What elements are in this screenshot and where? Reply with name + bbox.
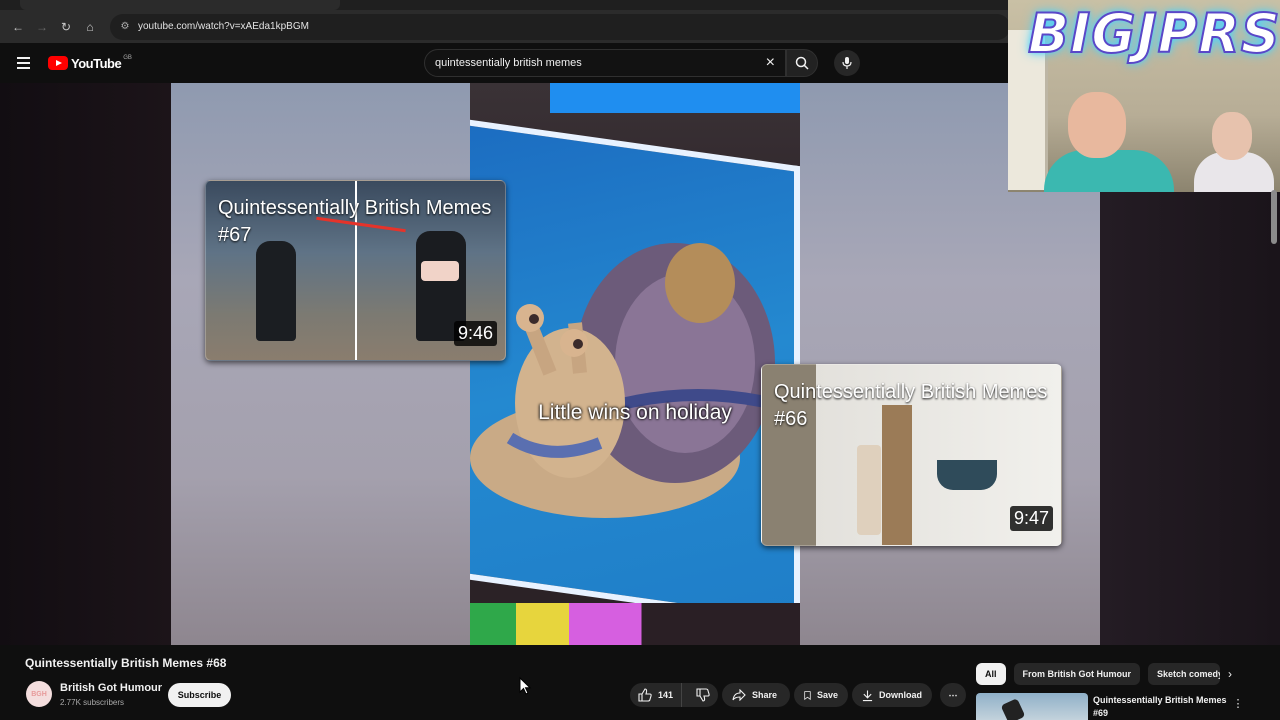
download-icon: [862, 689, 873, 701]
download-button[interactable]: Download: [852, 683, 932, 707]
endcard-video-66[interactable]: Quintessentially British Memes #66 9:47: [761, 364, 1062, 546]
thumbnail-wheelbarrow: [937, 460, 997, 490]
clear-search-icon[interactable]: ×: [766, 54, 775, 72]
search-icon: [795, 56, 809, 70]
save-label: Save: [816, 690, 838, 700]
screen: ← → ↻ ⌂ ⚙ youtube.com/watch?v=xAEda1kpBG…: [0, 0, 1280, 720]
chip-sketch-comedy[interactable]: Sketch comedy: [1148, 663, 1221, 685]
search-input[interactable]: quintessentially british memes ×: [424, 49, 786, 77]
mouse-cursor-icon: [519, 676, 532, 695]
watch-metadata: Quintessentially British Memes #68 BGH B…: [0, 645, 1280, 720]
dislike-button[interactable]: [688, 683, 718, 707]
webcam-person-head: [1068, 92, 1126, 158]
share-label: Share: [752, 690, 778, 700]
thumbs-down-icon: [696, 688, 710, 702]
thumbs-up-icon: [638, 688, 652, 702]
thumbnail-figure: [857, 445, 881, 535]
search-button[interactable]: [786, 49, 818, 77]
more-vertical-icon[interactable]: ⋮: [1232, 695, 1244, 711]
webcam-person: [1044, 150, 1174, 192]
microphone-icon: [842, 57, 852, 69]
channel-avatar[interactable]: BGH: [26, 681, 52, 707]
thumbnail-figure: [256, 241, 296, 341]
endcard-duration: 9:46: [453, 321, 497, 346]
back-icon[interactable]: ←: [6, 15, 30, 39]
region-code: GB: [123, 55, 132, 61]
chip-all[interactable]: All: [976, 663, 1006, 685]
address-bar[interactable]: ⚙ youtube.com/watch?v=xAEda1kpBGM: [110, 13, 1010, 40]
share-button[interactable]: Share: [722, 683, 790, 707]
endcard-duration: 9:47: [1009, 506, 1053, 531]
like-button[interactable]: 141: [630, 683, 683, 707]
share-icon: [732, 689, 746, 701]
chip-from-channel[interactable]: From British Got Humour: [1013, 663, 1141, 685]
like-count: 141: [658, 690, 674, 700]
more-horizontal-icon: ⋯: [948, 689, 958, 700]
address-text: youtube.com/watch?v=xAEda1kpBGM: [138, 21, 309, 32]
youtube-play-icon: [48, 56, 68, 70]
recommendation-chips: All From British Got Humour Sketch comed…: [976, 663, 1221, 685]
bookmark-icon: [804, 690, 811, 700]
voice-search-button[interactable]: [834, 50, 860, 76]
youtube-logo[interactable]: YouTube GB: [48, 54, 132, 72]
webcam-overlay: BIGJPRS: [1008, 0, 1280, 192]
video-caption: Little wins on holiday: [538, 401, 732, 424]
channel-name[interactable]: British Got Humour: [60, 682, 162, 694]
video-frame-left: [0, 83, 171, 645]
page-scrollbar[interactable]: [1271, 190, 1277, 244]
subscriber-count: 2.77K subscribers: [60, 698, 125, 707]
browser-tab[interactable]: [20, 0, 340, 10]
site-info-icon[interactable]: ⚙: [118, 20, 132, 34]
endcard-video-67[interactable]: Quintessentially British Memes #67 9:46: [205, 180, 506, 361]
thumbnail-detail: [421, 261, 459, 281]
chevron-right-icon[interactable]: ›: [1222, 666, 1238, 682]
more-actions-button[interactable]: ⋯: [940, 683, 966, 707]
endcard-title: Quintessentially British Memes #66: [774, 381, 1048, 430]
recommended-title[interactable]: Quintessentially British Memes #69: [1093, 694, 1228, 720]
endcard-title: Quintessentially British Memes #67: [218, 197, 492, 246]
download-label: Download: [879, 690, 922, 700]
search-query: quintessentially british memes: [435, 57, 582, 69]
blue-shape: [550, 83, 800, 113]
thumbnail-figure: [1000, 698, 1026, 720]
streamer-logo: BIGJPRS: [1027, 1, 1280, 66]
like-dislike-group: 141: [630, 683, 718, 707]
video-title: Quintessentially British Memes #68: [25, 656, 227, 670]
save-button[interactable]: Save: [794, 683, 848, 707]
home-icon[interactable]: ⌂: [78, 15, 102, 39]
recommended-thumbnail[interactable]: [976, 693, 1088, 720]
webcam-person-head: [1212, 112, 1252, 160]
reload-icon[interactable]: ↻: [54, 15, 78, 39]
hamburger-menu-icon[interactable]: [14, 53, 34, 73]
snail-image: [470, 243, 775, 518]
rainbow-strip: [470, 603, 800, 645]
youtube-logo-text: YouTube: [71, 55, 122, 71]
subscribe-button[interactable]: Subscribe: [168, 683, 231, 707]
video-center-image: [470, 83, 800, 645]
forward-icon[interactable]: →: [30, 15, 54, 39]
